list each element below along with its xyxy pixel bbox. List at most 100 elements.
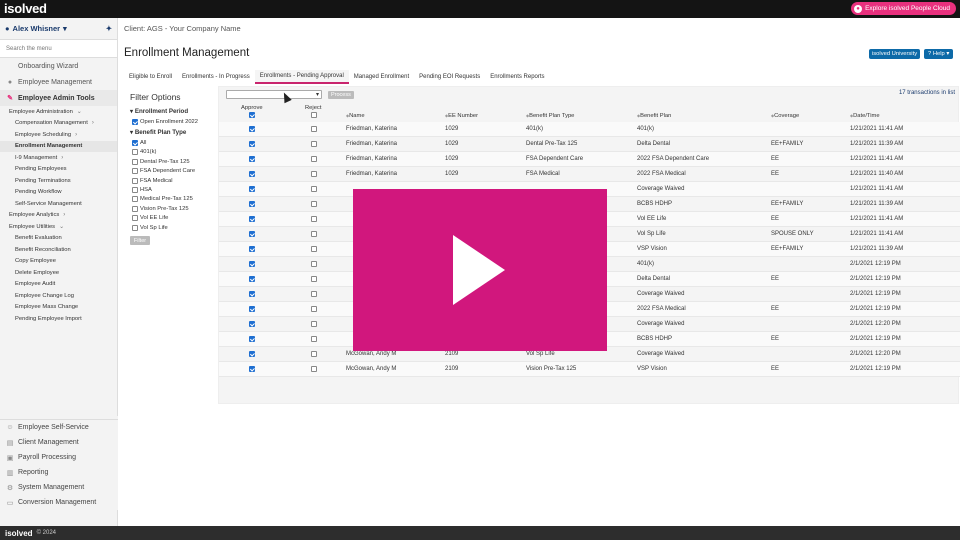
reject-checkbox[interactable]: [311, 141, 317, 147]
col-ee-number[interactable]: EE Number: [445, 113, 478, 119]
filter-option-vision-pre-tax-125[interactable]: Vision Pre-Tax 125: [132, 204, 214, 213]
approve-checkbox[interactable]: [249, 261, 255, 267]
approve-checkbox[interactable]: [249, 126, 255, 132]
action-dropdown[interactable]: ▾: [226, 90, 322, 99]
filter-option-medical-pre-tax-125[interactable]: Medical Pre-Tax 125: [132, 195, 214, 204]
sidebar-subitem-employee-change-log[interactable]: Employee Change Log: [0, 290, 117, 302]
checkbox[interactable]: [132, 168, 138, 175]
filter-option-vol-ee-life[interactable]: Vol EE Life: [132, 214, 214, 223]
sidebar-subitem-self-service-management[interactable]: Self-Service Management: [0, 198, 117, 210]
sidebar-subitem-employee-audit[interactable]: Employee Audit: [0, 279, 117, 291]
menu-search-input[interactable]: Search the menu: [0, 40, 117, 58]
pin-icon[interactable]: ✦: [106, 24, 112, 33]
reject-checkbox[interactable]: [311, 231, 317, 237]
approve-all-checkbox[interactable]: [249, 112, 255, 118]
sidebar-subitem-pending-employees[interactable]: Pending Employees: [0, 164, 117, 176]
process-button[interactable]: Process: [328, 91, 354, 99]
sidebar-subitem-employee-mass-change[interactable]: Employee Mass Change: [0, 302, 117, 314]
reject-checkbox[interactable]: [311, 156, 317, 162]
filter-button[interactable]: Filter: [130, 236, 150, 246]
reject-checkbox[interactable]: [311, 186, 317, 192]
filter-option-dental-pre-tax-125[interactable]: Dental Pre-Tax 125: [132, 157, 214, 166]
sidebar-subitem-compensation-management[interactable]: Compensation Management ›: [0, 118, 117, 130]
checkbox[interactable]: [132, 149, 138, 156]
sidebar-subitem-employee-administration[interactable]: Employee Administration ⌄: [0, 106, 117, 118]
tab-enrollments-reports[interactable]: Enrollments Reports: [485, 70, 549, 84]
sidebar-item-system-management[interactable]: ⚙ System Management: [0, 480, 118, 495]
benefit-plan-type-group[interactable]: ▾ Benefit Plan Type: [130, 129, 214, 136]
approve-checkbox[interactable]: [249, 141, 255, 147]
checkbox[interactable]: [132, 118, 138, 125]
tab-enrollments-pending-approval[interactable]: Enrollments - Pending Approval: [254, 70, 349, 84]
approve-checkbox[interactable]: [249, 156, 255, 162]
sidebar-item-employee-self-service[interactable]: ☺ Employee Self-Service: [0, 420, 118, 435]
col-name[interactable]: Name: [346, 113, 364, 119]
checkbox[interactable]: [132, 158, 138, 165]
sidebar-subitem-employee-scheduling[interactable]: Employee Scheduling ›: [0, 129, 117, 141]
help-button[interactable]: ? Help ▾: [924, 49, 954, 59]
col-benefit-plan[interactable]: Benefit Plan: [637, 113, 671, 119]
tab-managed-enrollment[interactable]: Managed Enrollment: [349, 70, 414, 84]
sidebar-subitem-i-9-management[interactable]: I-9 Management ›: [0, 152, 117, 164]
filter-option-open-enrollment-2022[interactable]: Open Enrollment 2022: [132, 117, 214, 126]
sidebar-item-onboarding-wizard[interactable]: Onboarding Wizard: [0, 58, 117, 74]
approve-checkbox[interactable]: [249, 366, 255, 372]
checkbox[interactable]: [132, 196, 138, 203]
sidebar-subitem-pending-workflow[interactable]: Pending Workflow: [0, 187, 117, 199]
approve-checkbox[interactable]: [249, 291, 255, 297]
approve-checkbox[interactable]: [249, 231, 255, 237]
user-menu[interactable]: ● Alex Whisner ▾ ✦: [0, 18, 117, 40]
approve-checkbox[interactable]: [249, 216, 255, 222]
filter-option-fsa-dependent-care[interactable]: FSA Dependent Care: [132, 167, 214, 176]
reject-checkbox[interactable]: [311, 351, 317, 357]
reject-all-checkbox[interactable]: [311, 112, 317, 118]
sidebar-subitem-enrollment-management[interactable]: Enrollment Management: [0, 140, 117, 152]
reject-checkbox[interactable]: [311, 306, 317, 312]
sidebar-item-reporting[interactable]: ▥ Reporting: [0, 465, 118, 480]
col-coverage[interactable]: Coverage: [771, 113, 799, 119]
col-date-time[interactable]: Date/Time: [850, 113, 880, 119]
reject-checkbox[interactable]: [311, 321, 317, 327]
reject-checkbox[interactable]: [311, 216, 317, 222]
sidebar-item-client-management[interactable]: ▤ Client Management: [0, 435, 118, 450]
reject-checkbox[interactable]: [311, 261, 317, 267]
reject-checkbox[interactable]: [311, 291, 317, 297]
approve-checkbox[interactable]: [249, 336, 255, 342]
approve-checkbox[interactable]: [249, 246, 255, 252]
sidebar-subitem-delete-employee[interactable]: Delete Employee: [0, 267, 117, 279]
sidebar-item-conversion-management[interactable]: ▭ Conversion Management: [0, 495, 118, 510]
isolved-university-button[interactable]: isolved University: [869, 49, 921, 59]
filter-option-vol-sp-life[interactable]: Vol Sp Life: [132, 223, 214, 232]
checkbox[interactable]: [132, 215, 138, 222]
approve-checkbox[interactable]: [249, 321, 255, 327]
filter-option-401-k[interactable]: 401(k): [132, 148, 214, 157]
approve-checkbox[interactable]: [249, 171, 255, 177]
tab-pending-eoi-requests[interactable]: Pending EOI Requests: [414, 70, 485, 84]
checkbox[interactable]: [132, 205, 138, 212]
sidebar-subitem-copy-employee[interactable]: Copy Employee: [0, 256, 117, 268]
reject-checkbox[interactable]: [311, 276, 317, 282]
reject-checkbox[interactable]: [311, 246, 317, 252]
sidebar-subitem-employee-analytics[interactable]: Employee Analytics ›: [0, 210, 117, 222]
reject-checkbox[interactable]: [311, 126, 317, 132]
checkbox[interactable]: [132, 177, 138, 184]
col-benefit-plan-type[interactable]: Benefit Plan Type: [526, 113, 574, 119]
sidebar-subitem-benefit-reconciliation[interactable]: Benefit Reconciliation: [0, 244, 117, 256]
checkbox[interactable]: [132, 224, 138, 231]
tab-eligible-to-enroll[interactable]: Eligible to Enroll: [124, 70, 177, 84]
sidebar-item-employee-management[interactable]: ● Employee Management: [0, 74, 117, 90]
reject-checkbox[interactable]: [311, 336, 317, 342]
col-reject[interactable]: Reject: [305, 105, 321, 111]
approve-checkbox[interactable]: [249, 276, 255, 282]
approve-checkbox[interactable]: [249, 306, 255, 312]
filter-option-all[interactable]: All: [132, 138, 214, 147]
sidebar-subitem-benefit-evaluation[interactable]: Benefit Evaluation: [0, 233, 117, 245]
sidebar-item-payroll-processing[interactable]: ▣ Payroll Processing: [0, 450, 118, 465]
filter-option-hsa[interactable]: HSA: [132, 185, 214, 194]
approve-checkbox[interactable]: [249, 186, 255, 192]
reject-checkbox[interactable]: [311, 171, 317, 177]
sidebar-subitem-pending-employee-import[interactable]: Pending Employee Import: [0, 313, 117, 325]
sidebar-subitem-pending-terminations[interactable]: Pending Terminations: [0, 175, 117, 187]
reject-checkbox[interactable]: [311, 201, 317, 207]
checkbox[interactable]: [132, 187, 138, 194]
